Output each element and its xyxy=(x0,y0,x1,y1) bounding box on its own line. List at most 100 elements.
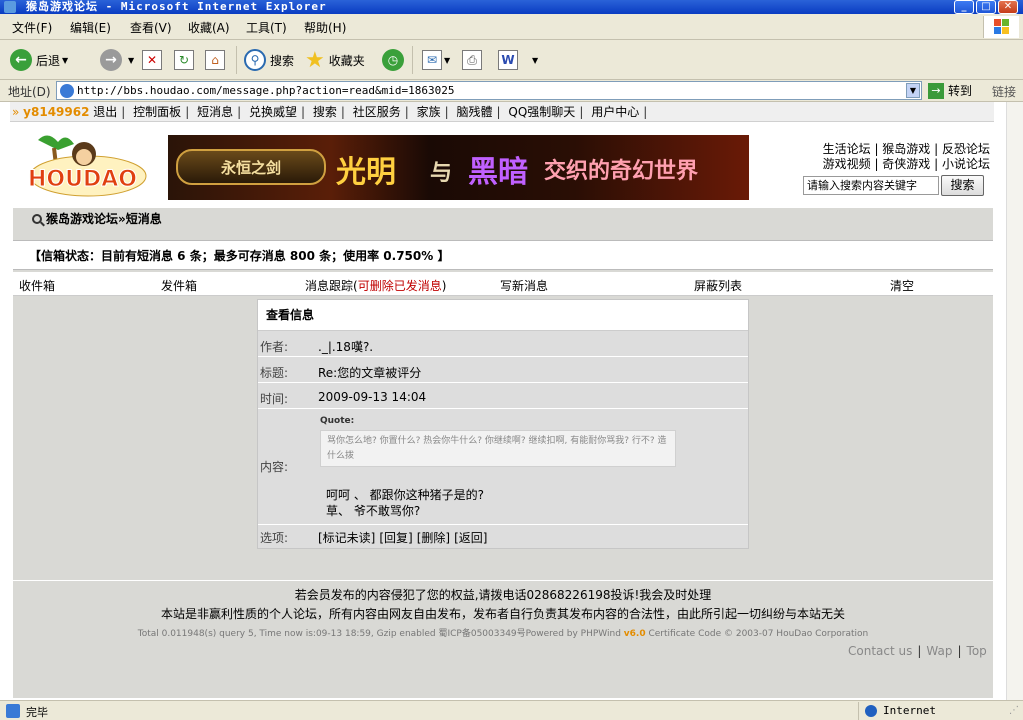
nav-community[interactable]: 社区服务 xyxy=(353,105,401,119)
tab-clear[interactable]: 清空 xyxy=(890,277,914,294)
forward-button[interactable]: → ▼ xyxy=(100,48,134,72)
back-button[interactable]: ← 后退 ▼ xyxy=(10,48,68,72)
houdao-logo[interactable]: HOUDAO xyxy=(18,130,148,202)
link-life-forum[interactable]: 生活论坛 xyxy=(823,142,871,156)
nav-control-panel[interactable]: 控制面板 xyxy=(133,105,181,119)
window-titlebar: 猴岛游戏论坛 - Microsoft Internet Explorer _ □… xyxy=(0,0,1023,14)
quote-label: Quote: xyxy=(320,416,355,426)
word-edit-icon: W xyxy=(498,50,518,70)
menu-help[interactable]: 帮助(H) xyxy=(304,19,346,36)
game-banner[interactable]: 永恒之剑 光明 与 黑暗 交织的奇幻世界 xyxy=(168,135,749,200)
nav-logout[interactable]: 退出 xyxy=(93,105,117,119)
tab-compose[interactable]: 写新消息 xyxy=(500,277,548,294)
wap-link[interactable]: Wap xyxy=(926,644,952,658)
tab-inbox[interactable]: 收件箱 xyxy=(19,277,55,294)
banner-rest: 交织的奇幻世界 xyxy=(544,159,699,184)
minimize-button[interactable]: _ xyxy=(954,0,974,14)
favorites-button[interactable]: ★ 收藏夹 xyxy=(305,48,365,73)
favorites-label: 收藏夹 xyxy=(328,53,365,68)
tab-sent[interactable]: 发件箱 xyxy=(161,277,197,294)
banner-dark: 黑暗 xyxy=(468,155,528,190)
link-cs-forum[interactable]: 反恐论坛 xyxy=(942,142,990,156)
content-row: 内容: Quote: 骂你怎么地? 你置什么? 热会你牛什么? 你继续啊? 继续… xyxy=(258,410,748,525)
top-link[interactable]: Top xyxy=(967,644,987,658)
site-search-input[interactable]: 请输入搜索内容关键字 xyxy=(803,176,939,195)
mark-unread-link[interactable]: [标记未读] xyxy=(318,531,375,545)
menu-bar: 文件(F) 编辑(E) 查看(V) 收藏(A) 工具(T) 帮助(H) xyxy=(0,14,1023,40)
address-dropdown-icon[interactable]: ▼ xyxy=(906,83,920,98)
author-value[interactable]: ._|.18嘆?. xyxy=(318,338,373,355)
mail-dropdown-icon[interactable]: ▼ xyxy=(444,56,450,65)
search-button[interactable]: ⚲ 搜索 xyxy=(244,48,294,72)
zone-label: Internet xyxy=(883,704,936,717)
tab-blocklist[interactable]: 屏蔽列表 xyxy=(694,277,742,294)
history-button[interactable]: ◷ xyxy=(382,48,408,72)
footer-disclaimer: 本站是非赢利性质的个人论坛，所有内容由网友自由发布，发布者自行负责其发布内容的合… xyxy=(160,607,845,621)
stop-icon: ✕ xyxy=(142,50,162,70)
mail-button[interactable]: ✉ ▼ xyxy=(422,48,450,72)
content-label: 内容: xyxy=(260,460,289,474)
toolbar-divider xyxy=(412,46,413,74)
menu-edit[interactable]: 编辑(E) xyxy=(70,19,111,36)
go-button[interactable]: → 转到 xyxy=(928,82,972,99)
resize-grip-icon[interactable]: ⋰ xyxy=(1009,705,1021,717)
nav-search[interactable]: 搜索 xyxy=(313,105,337,119)
stop-button[interactable]: ✕ xyxy=(142,48,162,72)
reply-line-1: 呵呵 、 都跟你这种猪子是的? xyxy=(326,488,484,502)
author-label: 作者: xyxy=(260,340,289,354)
tab-tracking[interactable]: 消息跟踪(可删除已发消息) xyxy=(305,277,446,294)
refresh-button[interactable]: ↻ xyxy=(174,48,194,72)
go-arrow-icon: → xyxy=(928,82,944,99)
subject-value: Re:您的文章被评分 xyxy=(318,366,422,380)
reply-link[interactable]: [回复] xyxy=(379,531,412,545)
subject-label: 标题: xyxy=(260,366,289,380)
page-icon xyxy=(60,84,74,98)
menu-view[interactable]: 查看(V) xyxy=(130,19,172,36)
link-qixia-games[interactable]: 奇侠游戏 xyxy=(882,157,930,171)
options-label: 选项: xyxy=(260,531,289,545)
nav-family[interactable]: 家族 xyxy=(417,105,441,119)
site-search-button[interactable]: 搜索 xyxy=(941,175,984,196)
link-houdao-games[interactable]: 猴岛游戏 xyxy=(882,142,930,156)
link-game-video[interactable]: 游戏视频 xyxy=(823,157,871,171)
home-button[interactable]: ⌂ xyxy=(205,48,225,72)
reply-line-2: 草、 爷不敢骂你? xyxy=(326,504,421,518)
options-actions: [标记未读] [回复] [删除] [返回] xyxy=(318,529,492,546)
ie-icon xyxy=(4,1,16,13)
link-novel-forum[interactable]: 小说论坛 xyxy=(942,157,990,171)
close-button[interactable]: ✕ xyxy=(998,0,1018,14)
address-input[interactable]: http://bbs.houdao.com/message.php?action… xyxy=(56,81,922,100)
forward-dropdown-icon[interactable]: ▼ xyxy=(128,56,134,65)
edit-button[interactable]: W ▼ xyxy=(498,48,538,72)
site-links: 生活论坛 | 猴岛游戏 | 反恐论坛 游戏视频 | 奇侠游戏 | 小说论坛 xyxy=(822,142,990,171)
links-button[interactable]: 链接 xyxy=(992,83,1016,100)
banner-light: 光明 xyxy=(336,155,396,190)
edit-dropdown-icon[interactable]: ▼ xyxy=(532,56,538,65)
breadcrumb-home[interactable]: 猴岛游戏论坛 xyxy=(46,208,118,230)
nav-messages[interactable]: 短消息 xyxy=(197,105,233,119)
tab-tracking-label: 消息跟踪 xyxy=(305,279,354,293)
delete-link[interactable]: [删除] xyxy=(417,531,450,545)
menu-tools[interactable]: 工具(T) xyxy=(246,19,287,36)
search-label: 搜索 xyxy=(270,53,295,68)
footer-complaint: 若会员发布的内容侵犯了您的权益,请拨电话02868226198投诉!我会及时处理 xyxy=(294,588,712,602)
nav-qq-chat[interactable]: QQ强制聊天 xyxy=(508,105,575,119)
mailbox-status: 【信箱状态：目前有短消息 6 条；最多可存消息 800 条；使用率 0.750%… xyxy=(13,240,993,270)
back-dropdown-icon[interactable]: ▼ xyxy=(62,56,68,65)
globe-icon xyxy=(865,705,877,717)
username-link[interactable]: y8149962 xyxy=(23,105,89,119)
nav-font[interactable]: 脑残體 xyxy=(457,105,493,119)
nav-user-center[interactable]: 用户中心 xyxy=(591,105,639,119)
footer-powered: Total 0.011948(s) query 5, Time now is:0… xyxy=(13,626,993,639)
nav-exchange[interactable]: 兑换威望 xyxy=(249,105,297,119)
maximize-button[interactable]: □ xyxy=(976,0,996,14)
vertical-scrollbar[interactable] xyxy=(1006,102,1023,700)
footer-powered-pre: Total 0.011948(s) query 5, Time now is:0… xyxy=(137,629,624,639)
return-link[interactable]: [返回] xyxy=(454,531,487,545)
menu-file[interactable]: 文件(F) xyxy=(12,19,52,36)
search-icon: ⚲ xyxy=(244,49,266,71)
contact-us-link[interactable]: Contact us xyxy=(848,644,912,658)
tab-tracking-delete-link[interactable]: 可删除已发消息 xyxy=(358,279,442,293)
menu-favorites[interactable]: 收藏(A) xyxy=(188,19,230,36)
print-button[interactable]: ⎙ xyxy=(462,48,482,72)
